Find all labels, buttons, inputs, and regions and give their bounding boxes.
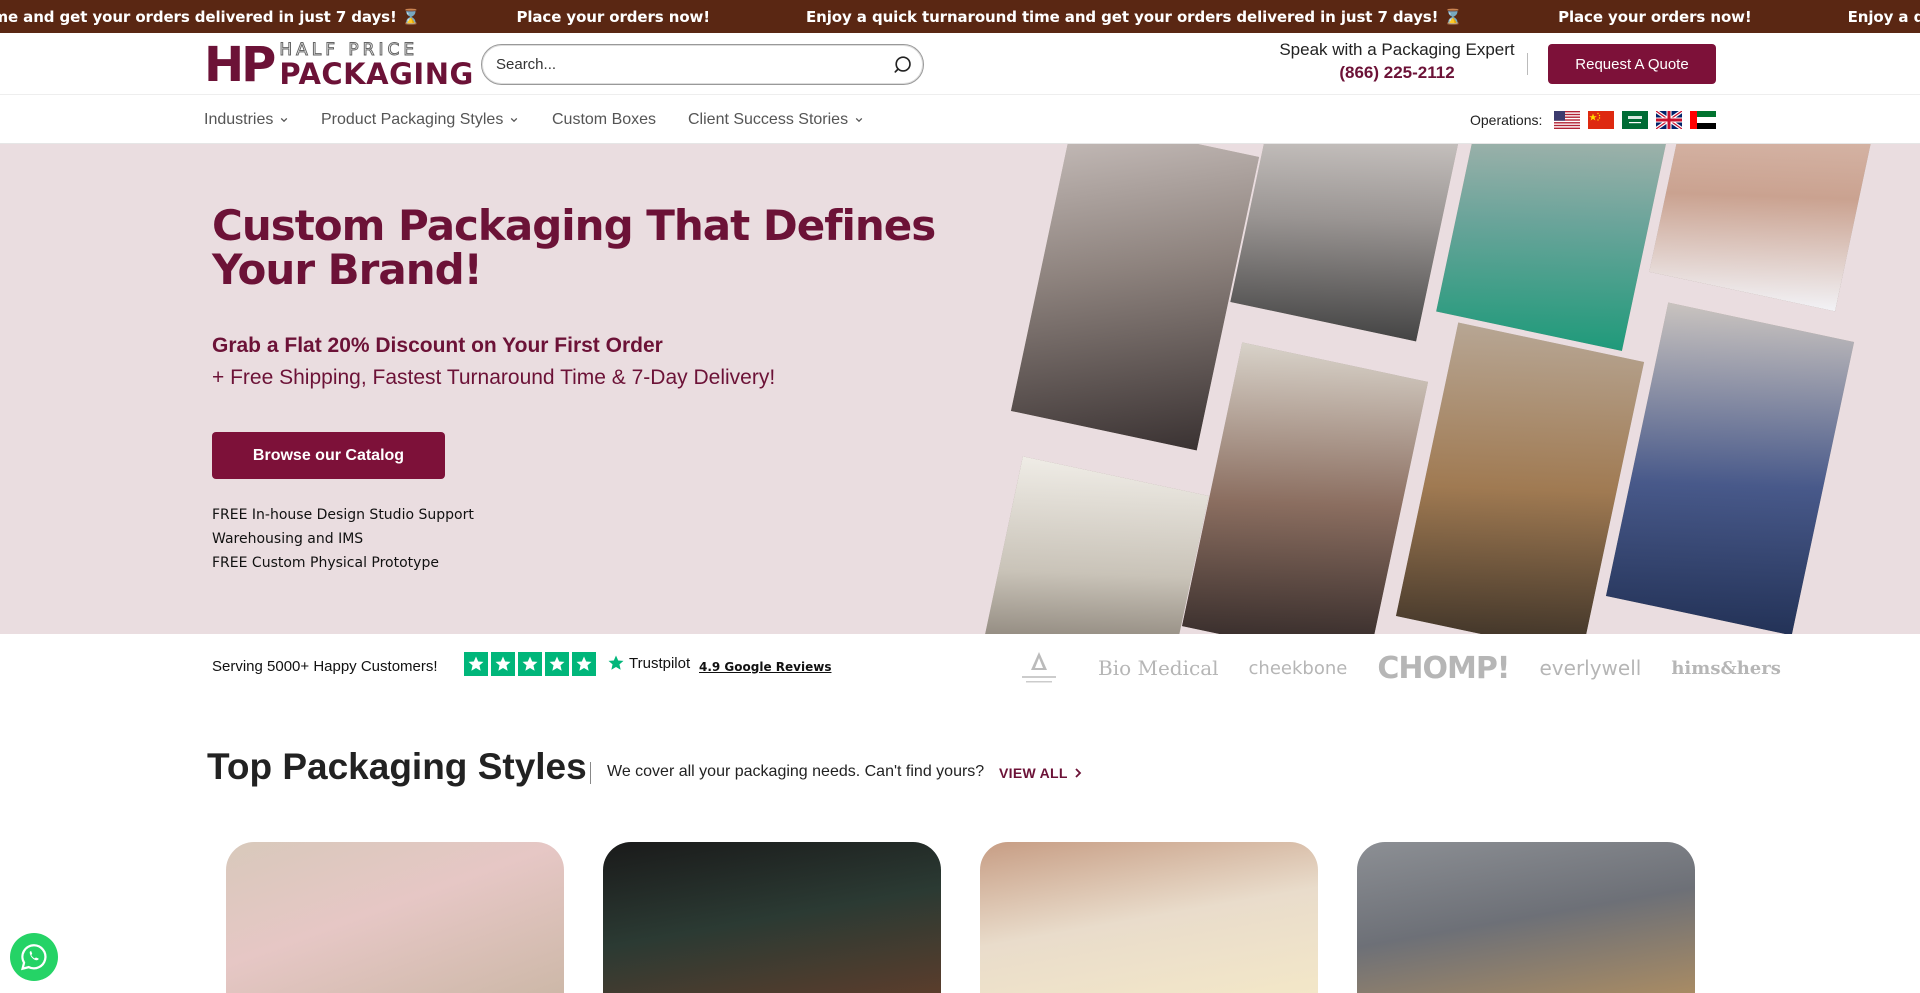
section-description: We cover all your packaging needs. Can't…	[607, 763, 985, 780]
brand-logo-everlywell: everlywell	[1539, 656, 1642, 680]
star-icon	[464, 652, 488, 676]
hero-shipping-text: + Free Shipping, Fastest Turnaround Time…	[212, 366, 776, 389]
nav-item-label: Client Success Stories	[688, 111, 849, 128]
collage-video-tile[interactable]	[1649, 144, 1881, 312]
search-input[interactable]	[496, 45, 876, 84]
collage-video-tile[interactable]	[1010, 144, 1260, 451]
marquee-item: Enjoy a quick turnaround time and get yo…	[806, 7, 1463, 26]
marquee-item: Enjoy a quick turnarou	[1847, 7, 1920, 26]
brand-logo-hims-hers: hims&hers	[1671, 657, 1781, 679]
nav-item-industries[interactable]: Industries	[204, 96, 288, 144]
chevron-down-icon	[511, 117, 518, 123]
header-divider	[1527, 53, 1528, 75]
google-reviews-link[interactable]: 4.9 Google Reviews	[699, 660, 831, 674]
section-divider	[590, 762, 591, 784]
hero-features-list: FREE In-house Design Studio Support Ware…	[212, 503, 474, 575]
hero-title: Custom Packaging That Defines Your Brand…	[212, 201, 936, 294]
whatsapp-chat-button[interactable]	[10, 933, 58, 981]
chevron-down-icon	[281, 117, 288, 123]
hero-section: Custom Packaging That Defines Your Brand…	[0, 144, 1920, 634]
brand-logo-icon	[1022, 652, 1056, 683]
china-flag-icon[interactable]	[1588, 111, 1615, 129]
star-icon	[491, 652, 515, 676]
trustpilot-stars	[464, 652, 599, 676]
happy-customers-text: Serving 5000+ Happy Customers!	[212, 658, 438, 675]
collage-video-tile[interactable]	[981, 456, 1209, 634]
feature-item: Warehousing and IMS	[212, 531, 364, 547]
feature-item: FREE In-house Design Studio Support	[212, 507, 474, 523]
uae-flag-icon[interactable]	[1690, 111, 1717, 129]
brand-logo-cheekbone: cheekbone	[1248, 657, 1348, 679]
request-quote-button[interactable]: Request A Quote	[1548, 44, 1716, 84]
packaging-style-card[interactable]	[980, 842, 1318, 993]
logo-packaging: PACKAGING	[279, 56, 474, 91]
section-title: Top Packaging Styles	[207, 746, 587, 787]
packaging-style-card[interactable]	[226, 842, 564, 993]
packaging-style-card[interactable]	[1357, 842, 1695, 993]
site-header: HP HALF PRICE PACKAGING Speak with a Pac…	[0, 33, 1920, 95]
nav-item-custom-boxes[interactable]: Custom Boxes	[552, 96, 656, 144]
uk-flag-icon[interactable]	[1656, 111, 1683, 129]
logo-half-price: HALF PRICE	[279, 39, 419, 60]
hero-discount-text: Grab a Flat 20% Discount on Your First O…	[212, 334, 663, 357]
whatsapp-icon	[21, 944, 47, 971]
hero-video-collage	[980, 144, 1920, 634]
collage-video-tile[interactable]	[1181, 342, 1429, 634]
browse-catalog-button[interactable]: Browse our Catalog	[212, 432, 445, 479]
nav-item-label: Custom Boxes	[552, 111, 657, 128]
star-icon	[545, 652, 569, 676]
site-logo[interactable]: HP HALF PRICE PACKAGING	[204, 37, 473, 93]
client-brand-logos: Bio Medical cheekbone CHOMP! everlywell …	[1010, 646, 1781, 690]
chevron-down-icon	[855, 117, 863, 123]
view-all-link[interactable]: VIEW ALL	[999, 765, 1082, 781]
search-box	[481, 44, 924, 85]
trust-bar: Serving 5000+ Happy Customers! Trustpilo…	[0, 634, 1920, 698]
us-flag-icon[interactable]	[1554, 111, 1581, 129]
nav-item-label: Product Packaging Styles	[321, 111, 504, 128]
collage-video-tile[interactable]	[1436, 144, 1674, 352]
marquee-item: Place your orders now!	[516, 7, 711, 26]
nav-item-product-packaging-styles[interactable]: Product Packaging Styles	[321, 96, 518, 144]
announcement-marquee: nd time and get your orders delivered in…	[0, 0, 1920, 33]
trustpilot-label: Trustpilot	[629, 654, 691, 672]
marquee-track: nd time and get your orders delivered in…	[0, 0, 1920, 33]
operations-label: Operations:	[1470, 112, 1543, 128]
nav-item-label: Industries	[204, 111, 274, 128]
logo-hp-mark: HP	[204, 37, 276, 93]
view-all-label: VIEW ALL	[999, 765, 1068, 781]
logo-wordmark: HALF PRICE PACKAGING	[279, 39, 474, 91]
collage-video-tile[interactable]	[1605, 302, 1855, 634]
operations-flags: Operations:	[1470, 96, 1717, 144]
trustpilot-star-icon	[608, 655, 624, 670]
chevron-right-icon	[1075, 768, 1082, 778]
brand-logo-chomp: CHOMP!	[1377, 650, 1510, 686]
star-icon	[572, 652, 596, 676]
feature-item: FREE Custom Physical Prototype	[212, 555, 439, 571]
trustpilot-logo[interactable]: Trustpilot	[607, 654, 690, 672]
saudi-flag-icon[interactable]	[1622, 111, 1649, 129]
brand-logo-biomedical: Bio Medical	[1098, 656, 1219, 680]
marquee-item: nd time and get your orders delivered in…	[0, 7, 421, 26]
packaging-expert-contact: Speak with a Packaging Expert (866) 225-…	[1270, 39, 1524, 85]
main-nav: Industries Product Packaging Styles Cust…	[0, 96, 1920, 144]
nav-item-client-success-stories[interactable]: Client Success Stories	[688, 96, 863, 144]
packaging-style-card[interactable]	[603, 842, 941, 993]
expert-label: Speak with a Packaging Expert	[1279, 40, 1515, 59]
search-icon[interactable]	[893, 54, 915, 76]
expert-phone-link[interactable]: (866) 225-2112	[1270, 61, 1524, 85]
marquee-item: Place your orders now!	[1558, 7, 1752, 26]
star-icon	[518, 652, 542, 676]
collage-video-tile[interactable]	[1230, 144, 1460, 342]
